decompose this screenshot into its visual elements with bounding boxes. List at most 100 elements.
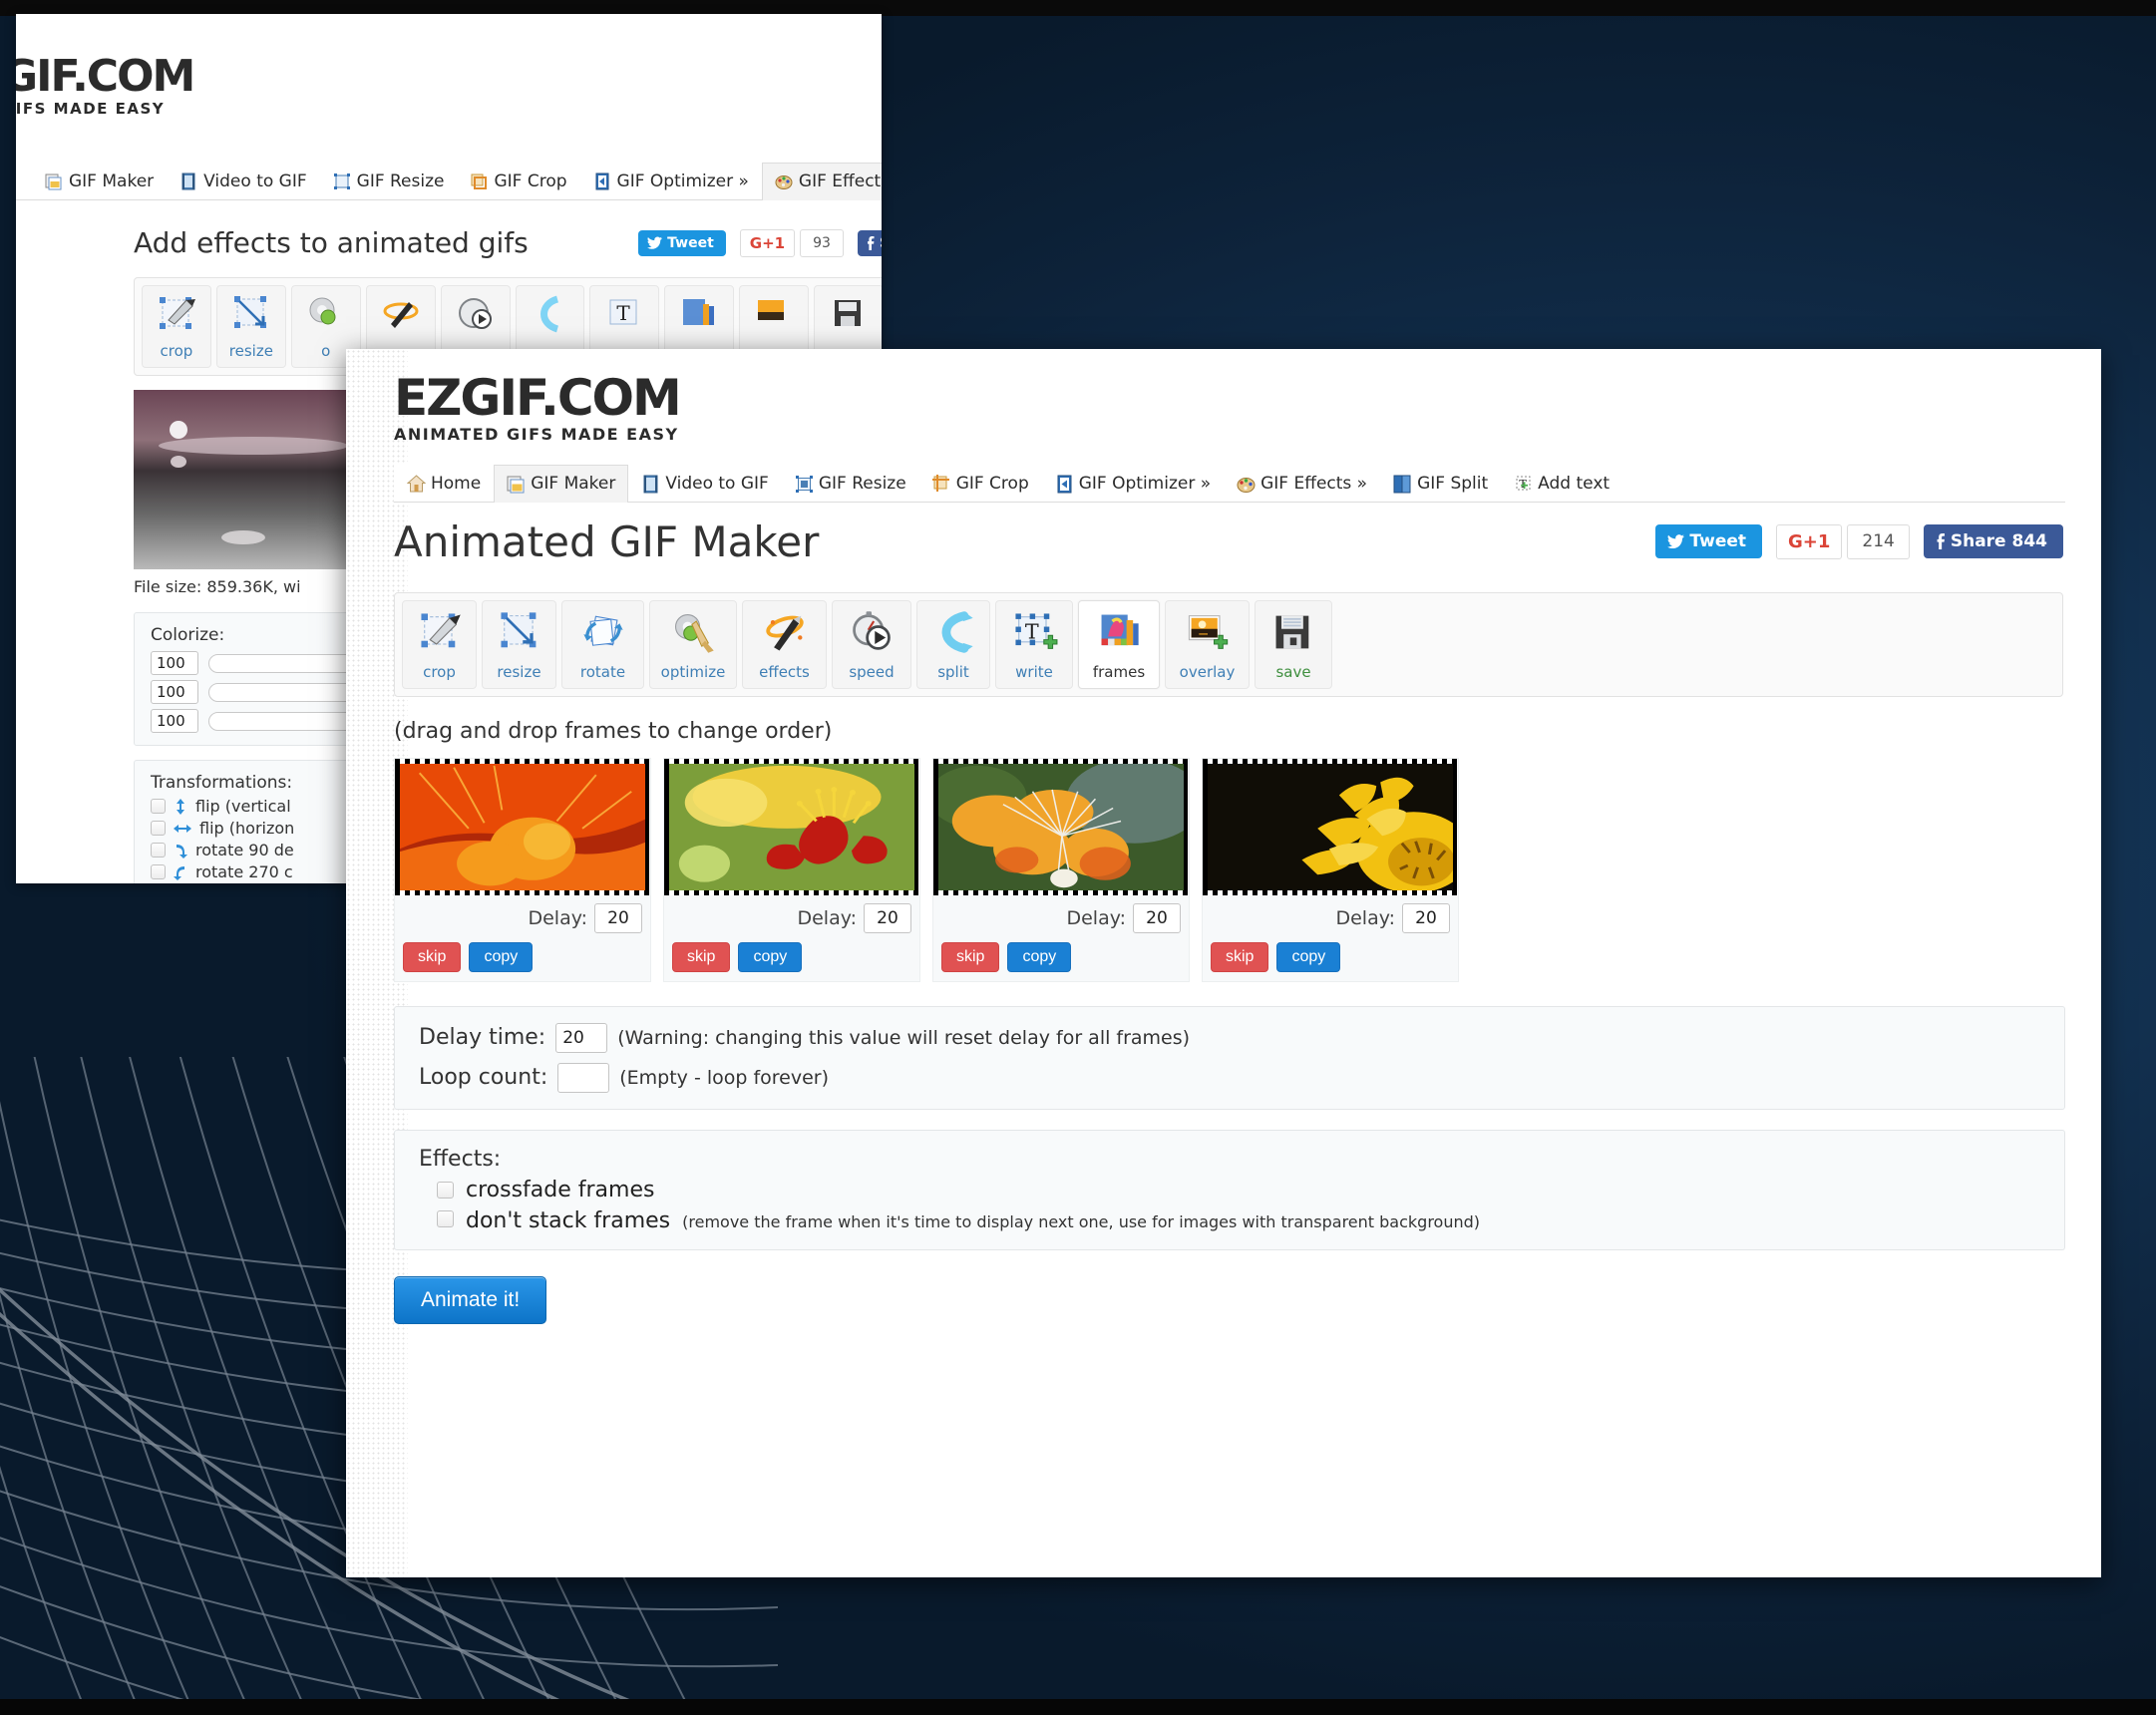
frame-thumbnail[interactable] (664, 758, 919, 895)
bg-flip-horizontal-checkbox[interactable] (151, 821, 166, 837)
foreground-browser-window[interactable]: EZGIF.COM ANIMATED GIFS MADE EASY Home G… (346, 349, 2101, 1577)
bg-logo-main: GIF.COM (16, 51, 195, 102)
fg-nav-item-gif-optimizer[interactable]: GIF Optimizer » (1042, 465, 1224, 503)
fg-tool-label: split (937, 662, 969, 681)
bg-tool-label: crop (160, 342, 193, 361)
loop-count-input[interactable] (557, 1062, 610, 1093)
optimize-icon (309, 297, 336, 325)
fg-facebook-share-button[interactable]: Share 844 (1923, 524, 2063, 559)
frame-card[interactable]: Delay: skip copy (932, 757, 1190, 982)
bg-gplus-button[interactable]: G+1 93 (739, 228, 844, 257)
timing-settings-panel: Delay time: (Warning: changing this valu… (394, 1005, 2065, 1110)
fg-nav-item-gif-crop[interactable]: GIF Crop (919, 465, 1042, 503)
frame-copy-button[interactable]: copy (1276, 941, 1341, 972)
bg-rotate-90-checkbox[interactable] (151, 843, 166, 858)
bg-nav[interactable]: GIF Maker Video to GIF GIF Resize GIF Cr… (16, 162, 882, 201)
crop-icon (420, 613, 461, 647)
rotate-270-icon (174, 865, 184, 880)
fg-tool-speed[interactable]: speed (832, 599, 911, 689)
bg-tool-resize[interactable]: resize (215, 285, 286, 369)
fg-tweet-button[interactable]: Tweet (1655, 524, 1763, 559)
fg-tool-rotate[interactable]: rotate (561, 599, 644, 689)
delay-label: Delay: (528, 906, 587, 929)
speed-icon (853, 610, 891, 650)
frame-skip-button[interactable]: skip (672, 941, 731, 972)
rotate-icon (582, 615, 623, 646)
fg-tool-label: frames (1092, 662, 1146, 681)
fg-nav-item-gif-effects[interactable]: GIF Effects » (1224, 465, 1380, 503)
frame-card[interactable]: Delay: skip copy (663, 757, 920, 982)
bg-nav-item-gif-maker[interactable]: GIF Maker (32, 163, 167, 200)
bg-nav-item-video-to-gif[interactable]: Video to GIF (167, 163, 319, 200)
frame-delay-input[interactable] (864, 902, 911, 933)
fg-nav-item-gif-maker[interactable]: GIF Maker (494, 464, 629, 503)
fg-tool-write[interactable]: T write (995, 599, 1073, 689)
bg-tweet-button[interactable]: Tweet (638, 229, 726, 256)
save-icon (1275, 615, 1309, 649)
crossfade-frames-checkbox[interactable] (437, 1181, 454, 1199)
speed-icon (458, 298, 492, 330)
bg-colorize-input-3[interactable] (151, 709, 198, 734)
svg-text:T: T (617, 301, 631, 325)
fg-nav-label: GIF Optimizer » (1078, 473, 1212, 494)
frame-copy-button[interactable]: copy (469, 941, 534, 972)
fg-gplus-count: 214 (1847, 523, 1910, 559)
optimize-icon (675, 613, 714, 653)
fg-gplus-label: G+1 (1776, 523, 1843, 559)
dont-stack-frames-checkbox[interactable] (437, 1209, 454, 1227)
loop-count-note: (Empty - loop forever) (619, 1066, 830, 1089)
fg-tool-crop[interactable]: crop (402, 599, 477, 689)
bg-nav-label: GIF Optimizer » (616, 172, 749, 192)
fg-nav-item-gif-split[interactable]: GIF Split (1380, 465, 1501, 503)
fg-tool-optimize[interactable]: optimize (649, 599, 737, 689)
overlay-icon (1188, 614, 1228, 649)
frame-copy-button[interactable]: copy (738, 941, 803, 972)
fg-tool-save[interactable]: save (1255, 599, 1332, 689)
fg-nav-item-video-to-gif[interactable]: Video to GIF (628, 465, 781, 503)
fg-logo-main: EZGIF.COM (394, 369, 682, 427)
bg-facebook-label: Sh (880, 235, 882, 251)
frame-skip-button[interactable]: skip (941, 941, 1000, 972)
home-icon (406, 475, 427, 493)
bg-colorize-input-1[interactable] (151, 651, 198, 676)
fg-tool-overlay[interactable]: overlay (1165, 599, 1250, 689)
bg-flip-vertical-checkbox[interactable] (151, 799, 166, 815)
frame-skip-button[interactable]: skip (1211, 941, 1269, 972)
fg-toolstrip[interactable]: crop resize rotate optimize effects spee… (394, 591, 2063, 697)
animate-it-button[interactable]: Animate it! (394, 1275, 547, 1324)
frame-copy-button[interactable]: copy (1007, 941, 1072, 972)
frame-thumbnail[interactable] (933, 758, 1189, 895)
frames-list[interactable]: Delay: skip copy (394, 757, 2101, 982)
delay-time-note: (Warning: changing this value will reset… (617, 1026, 1191, 1049)
bg-colorize-input-2[interactable] (151, 680, 198, 705)
fg-nav[interactable]: Home GIF Maker Video to GIF GIF Resize G… (394, 463, 2065, 503)
fg-tweet-label: Tweet (1689, 531, 1747, 552)
fg-tool-split[interactable]: split (916, 599, 990, 689)
frame-thumbnail[interactable] (395, 758, 650, 895)
fg-tool-effects[interactable]: effects (742, 599, 827, 689)
video-to-gif-icon (641, 475, 659, 494)
frame-skip-button[interactable]: skip (403, 941, 462, 972)
bg-gplus-label: G+1 (739, 228, 796, 257)
fg-nav-item-add-text[interactable]: T Add text (1501, 465, 1622, 503)
bg-tool-crop[interactable]: crop (142, 285, 211, 369)
fg-gplus-button[interactable]: G+1 214 (1776, 523, 1910, 559)
frame-thumbnail[interactable] (1203, 758, 1458, 895)
bg-nav-label: GIF Maker (69, 172, 155, 192)
bg-facebook-share-button[interactable]: Sh (857, 229, 882, 256)
bg-nav-item-gif-effects[interactable]: GIF Effects » (761, 163, 882, 201)
fg-tool-frames[interactable]: frames (1078, 599, 1160, 689)
frame-delay-input[interactable] (1133, 902, 1181, 933)
fg-nav-item-home[interactable]: Home (394, 465, 494, 503)
fg-tool-resize[interactable]: resize (482, 599, 556, 689)
bg-nav-item-gif-crop[interactable]: GIF Crop (457, 163, 579, 200)
delay-time-input[interactable] (555, 1022, 608, 1053)
bg-rotate-270-checkbox[interactable] (151, 864, 166, 880)
bg-nav-item-gif-optimizer[interactable]: GIF Optimizer » (580, 163, 762, 200)
frame-card[interactable]: Delay: skip copy (1202, 757, 1459, 982)
fg-nav-item-gif-resize[interactable]: GIF Resize (782, 465, 919, 503)
frame-card[interactable]: Delay: skip copy (394, 757, 651, 982)
frame-delay-input[interactable] (1402, 902, 1450, 933)
bg-nav-item-gif-resize[interactable]: GIF Resize (320, 163, 458, 200)
frame-delay-input[interactable] (594, 902, 642, 933)
